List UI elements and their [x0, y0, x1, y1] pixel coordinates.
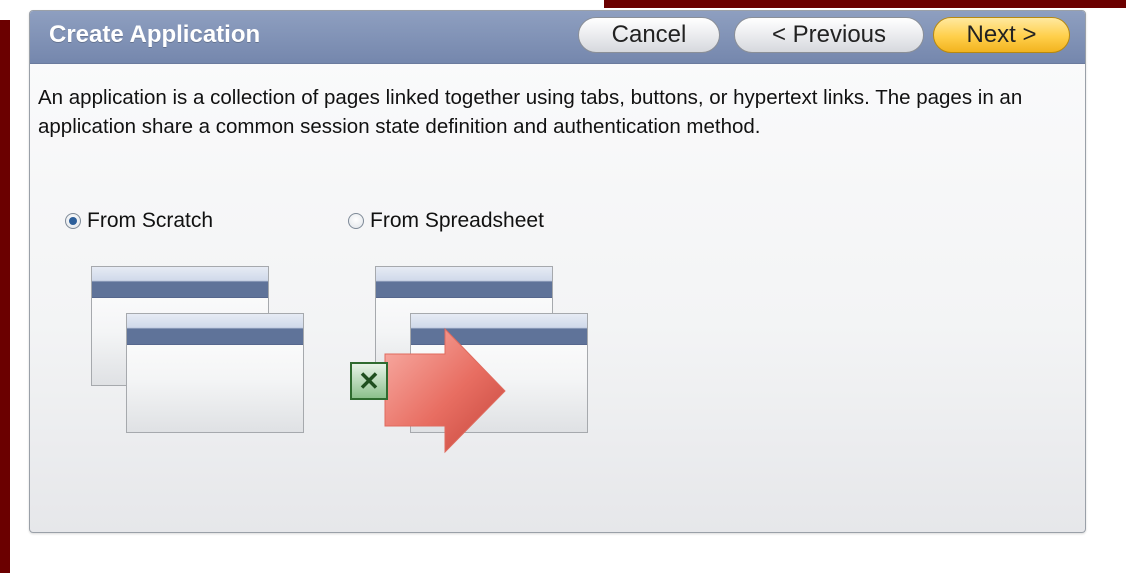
- left-frame-bar: [0, 20, 10, 573]
- window-bar: [92, 267, 268, 298]
- option-from-scratch[interactable]: From Scratch: [65, 209, 213, 233]
- dialog-header: Create Application Cancel < Previous Nex…: [30, 11, 1085, 64]
- dialog-description: An application is a collection of pages …: [38, 86, 1023, 138]
- option-label: From Scratch: [87, 209, 214, 232]
- excel-icon: ✕: [350, 362, 388, 400]
- option-label: From Spreadsheet: [370, 209, 544, 232]
- window-bar: [127, 314, 303, 345]
- top-frame-bar: [604, 0, 1126, 8]
- cancel-button[interactable]: Cancel: [578, 17, 720, 53]
- dialog-title: Create Application: [49, 21, 261, 48]
- scratch-page-front-icon: [126, 313, 304, 433]
- next-button[interactable]: Next >: [933, 17, 1070, 53]
- radio-button-icon[interactable]: [348, 213, 364, 229]
- radio-button-icon[interactable]: [65, 213, 81, 229]
- option-from-spreadsheet[interactable]: From Spreadsheet: [348, 209, 544, 233]
- import-arrow-icon: [384, 327, 506, 454]
- previous-button[interactable]: < Previous: [734, 17, 924, 53]
- window-bar: [376, 267, 552, 298]
- create-application-dialog: Create Application Cancel < Previous Nex…: [29, 10, 1086, 533]
